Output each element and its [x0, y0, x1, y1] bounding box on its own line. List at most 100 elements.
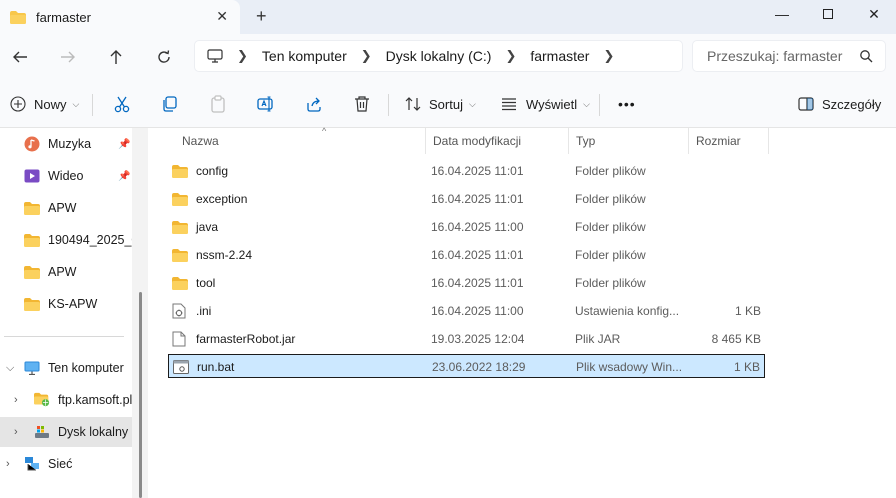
sidebar-item-network[interactable]: › Sieć [0, 449, 132, 479]
file-name: config [196, 164, 229, 178]
search-box[interactable]: Przeszukaj: farmaster [692, 40, 886, 72]
forward-button[interactable] [54, 44, 82, 70]
sidebar-item-apw[interactable]: APW [0, 193, 132, 223]
details-label: Szczegóły [822, 96, 882, 112]
folder-icon [172, 248, 188, 262]
chevron-right-icon[interactable]: › [14, 426, 18, 438]
file-name-cell[interactable]: exception [172, 187, 412, 211]
monitor-icon [207, 49, 223, 63]
sidebar-item-local-disk[interactable]: › Dysk lokalny (C [0, 417, 132, 447]
file-row[interactable]: run.bat 23.06.2022 18:29 Plik wsadowy Win.… [168, 354, 765, 378]
breadcrumb-local-disk[interactable]: Dysk lokalny (C:) [386, 48, 492, 64]
column-label: Typ [576, 134, 596, 148]
back-button[interactable] [6, 44, 34, 70]
chevron-down-icon[interactable]: ⌵ [6, 362, 14, 375]
refresh-icon [158, 50, 170, 63]
sort-button[interactable]: Sortuj ⌵ [405, 92, 476, 116]
file-name-cell[interactable]: config [172, 159, 412, 183]
file-icon [172, 331, 188, 347]
file-name: .ini [196, 304, 212, 318]
file-name: exception [196, 192, 248, 206]
file-row[interactable]: nssm-2.24 16.04.2025 11:01 Folder plików [168, 243, 765, 267]
new-tab-icon[interactable]: + [256, 6, 267, 27]
sidebar-scrollbar[interactable] [132, 128, 148, 498]
breadcrumb-this-pc[interactable]: Ten komputer [262, 48, 347, 64]
column-header-date[interactable]: Data modyfikacji [425, 128, 569, 154]
chevron-right-icon[interactable]: › [14, 394, 18, 406]
share-button[interactable] [305, 92, 323, 116]
scissors-icon [114, 96, 130, 113]
tab-farmaster[interactable]: farmaster ✕ [0, 0, 240, 34]
sidebar-item-ftp-kamsoft[interactable]: › ftp.kamsoft.pl [0, 385, 132, 415]
sidebar-item-label: 190494_2025_03_ [48, 233, 132, 247]
scrollbar-thumb[interactable] [139, 292, 142, 498]
file-type: Folder plików [575, 192, 646, 206]
file-type: Plik JAR [575, 332, 621, 346]
file-row[interactable]: farmasterRobot.jar 19.03.2025 12:04 Plik J… [168, 327, 765, 351]
file-row[interactable]: tool 16.04.2025 11:01 Folder plików [168, 271, 765, 295]
file-row[interactable]: .ini 16.04.2025 11:00 Ustawienia konfig...… [168, 299, 765, 323]
file-row[interactable]: config 16.04.2025 11:01 Folder plików [168, 159, 765, 183]
sidebar-item-music[interactable]: Muzyka 📌 [0, 129, 132, 159]
details-button[interactable]: Szczegóły [798, 92, 881, 116]
rename-icon [257, 96, 273, 112]
column-header-name[interactable]: Nazwa ^ [174, 126, 426, 154]
pin-icon[interactable]: 📌 [118, 139, 130, 150]
cut-button[interactable] [113, 92, 131, 116]
view-button[interactable]: Wyświetl ⌵ [501, 92, 590, 116]
copy-icon [163, 96, 177, 112]
file-name-cell[interactable]: farmasterRobot.jar [172, 327, 412, 351]
sidebar-item-ks-apw[interactable]: KS-APW [0, 289, 132, 319]
network-folder-icon [34, 392, 50, 407]
folder-icon [172, 220, 188, 234]
up-button[interactable] [102, 44, 130, 70]
rename-button[interactable] [257, 92, 275, 116]
file-row[interactable]: exception 16.04.2025 11:01 Folder plików [168, 187, 765, 211]
sidebar-item-label: APW [48, 265, 77, 279]
minimize-button[interactable]: — [759, 0, 805, 28]
address-bar[interactable]: ❯ Ten komputer ❯ Dysk lokalny (C:) ❯ far… [194, 40, 683, 72]
column-header-type[interactable]: Typ [568, 128, 689, 154]
new-button[interactable]: Nowy ⌵ [10, 92, 79, 116]
sidebar-item-this-pc[interactable]: ⌵ Ten komputer [0, 353, 132, 383]
chevron-right-icon[interactable]: › [6, 458, 10, 470]
file-name-cell[interactable]: run.bat [173, 355, 413, 379]
sidebar-item-video[interactable]: Wideo 📌 [0, 161, 132, 191]
pin-icon[interactable]: 📌 [118, 171, 130, 182]
folder-icon [24, 201, 40, 215]
chevron-right-icon[interactable]: ❯ [603, 48, 614, 64]
sidebar-item-label: APW [48, 201, 77, 215]
view-label: Wyświetl [526, 96, 578, 112]
file-name-cell[interactable]: .ini [172, 299, 412, 323]
chevron-right-icon: ❯ [360, 48, 372, 63]
chevron-down-icon: ⌵ [72, 98, 80, 109]
copy-button[interactable] [161, 92, 179, 116]
sidebar-item-190494[interactable]: 190494_2025_03_ [0, 225, 132, 255]
file-name-cell[interactable]: java [172, 215, 412, 239]
close-tab-icon[interactable]: ✕ [216, 8, 228, 25]
file-date: 16.04.2025 11:00 [431, 304, 524, 318]
chevron-down-icon: ⌵ [583, 98, 590, 109]
file-row[interactable]: java 16.04.2025 11:00 Folder plików [168, 215, 765, 239]
file-name-cell[interactable]: tool [172, 271, 412, 295]
more-icon: ••• [618, 96, 636, 112]
column-label: Nazwa [182, 134, 219, 148]
sidebar-item-label: Ten komputer [48, 361, 124, 375]
ini-file-icon [172, 303, 188, 319]
refresh-button[interactable] [150, 44, 178, 70]
column-header-size[interactable]: Rozmiar [688, 128, 769, 154]
folder-icon [24, 265, 40, 279]
close-window-button[interactable]: ✕ [851, 0, 896, 28]
file-name-cell[interactable]: nssm-2.24 [172, 243, 412, 267]
title-bar: farmaster ✕ + — ✕ [0, 0, 896, 34]
folder-icon [172, 276, 188, 290]
delete-button[interactable] [353, 92, 371, 116]
arrow-left-icon [13, 51, 27, 63]
maximize-button[interactable] [805, 0, 851, 28]
folder-icon [10, 10, 26, 24]
paste-button[interactable] [209, 92, 227, 116]
list-view-icon [502, 98, 516, 111]
breadcrumb-farmaster[interactable]: farmaster [530, 48, 589, 64]
sidebar-item-apw-2[interactable]: APW [0, 257, 132, 287]
more-options-button[interactable]: ••• [618, 92, 636, 116]
